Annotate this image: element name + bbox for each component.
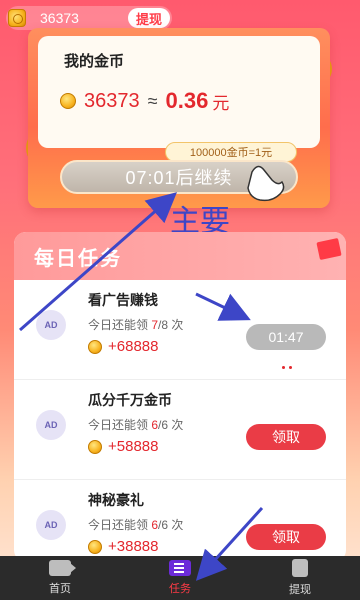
coin-icon bbox=[8, 9, 26, 27]
task-count-prefix: 今日还能领 bbox=[88, 418, 149, 432]
nav-tasks-label: 任务 bbox=[169, 583, 191, 595]
task-name: 看广告赚钱 bbox=[88, 292, 158, 308]
task-count-total: /6 次 bbox=[158, 518, 184, 532]
task-count: 今日还能领 6/6 次 bbox=[88, 516, 183, 533]
task-row: AD 神秘豪礼 今日还能领 6/6 次 +38888 领取 bbox=[14, 480, 346, 562]
task-reward: +58888 bbox=[88, 438, 158, 455]
ad-icon: AD bbox=[36, 510, 66, 540]
coin-icon bbox=[60, 93, 76, 109]
nav-tasks[interactable]: 任务 bbox=[140, 560, 220, 596]
task-reward-amount: +58888 bbox=[108, 438, 159, 455]
exchange-rate-tag: 100000金币=1元 bbox=[165, 142, 297, 162]
task-name: 神秘豪礼 bbox=[88, 492, 144, 508]
task-reward-amount: +68888 bbox=[108, 338, 159, 355]
nav-withdraw[interactable]: 提现 bbox=[260, 559, 340, 597]
header-coin-count: 36373 bbox=[40, 10, 79, 26]
gold-coin-count: 36373 bbox=[84, 89, 140, 112]
task-row: AD 看广告赚钱 今日还能领 7/8 次 +68888 01:47 bbox=[14, 280, 346, 380]
gold-balance-row: 36373 ≈ 0.36 元 bbox=[60, 88, 229, 114]
coin-icon bbox=[88, 439, 102, 454]
task-count-prefix: 今日还能领 bbox=[88, 518, 149, 532]
task-count-total: /8 次 bbox=[158, 318, 184, 332]
gold-card-inner: 我的金币 36373 ≈ 0.36 元 bbox=[38, 36, 320, 148]
task-count: 今日还能领 6/6 次 bbox=[88, 416, 183, 433]
tasks-header: 每日任务 bbox=[14, 232, 346, 280]
task-reward: +68888 bbox=[88, 338, 158, 355]
dots-indicator bbox=[282, 366, 292, 369]
nav-home-label: 首页 bbox=[49, 583, 71, 595]
wallet-icon bbox=[292, 559, 308, 577]
header-bar: 36373 提现 bbox=[6, 6, 172, 30]
ad-icon: AD bbox=[36, 310, 66, 340]
tasks-title: 每日任务 bbox=[34, 247, 122, 270]
task-count-total: /6 次 bbox=[158, 418, 184, 432]
task-timer-button[interactable]: 01:47 bbox=[246, 324, 326, 350]
list-icon bbox=[169, 560, 191, 576]
header-withdraw-button[interactable]: 提现 bbox=[127, 8, 170, 28]
task-count-prefix: 今日还能领 bbox=[88, 318, 149, 332]
claim-button[interactable]: 领取 bbox=[246, 424, 326, 450]
continue-countdown-button[interactable]: 07:01后继续 bbox=[60, 160, 298, 194]
gold-card-title: 我的金币 bbox=[64, 53, 125, 70]
video-icon bbox=[49, 560, 76, 576]
bottom-nav: 首页 任务 提现 bbox=[0, 556, 360, 600]
gold-yuan-unit: 元 bbox=[212, 93, 230, 113]
task-row: AD 瓜分千万金币 今日还能领 6/6 次 +58888 领取 bbox=[14, 380, 346, 480]
task-count: 今日还能领 7/8 次 bbox=[88, 316, 183, 333]
daily-tasks-panel: 每日任务 AD 看广告赚钱 今日还能领 7/8 次 +68888 01:47 A… bbox=[14, 232, 346, 562]
nav-withdraw-label: 提现 bbox=[289, 584, 311, 596]
claim-button[interactable]: 领取 bbox=[246, 524, 326, 550]
coin-icon bbox=[88, 539, 102, 554]
coin-icon bbox=[88, 339, 102, 354]
task-name: 瓜分千万金币 bbox=[88, 392, 172, 408]
approx-sign: ≈ bbox=[147, 90, 158, 111]
ad-icon: AD bbox=[36, 410, 66, 440]
task-reward-amount: +38888 bbox=[108, 538, 159, 555]
task-reward: +38888 bbox=[88, 538, 158, 555]
nav-home[interactable]: 首页 bbox=[20, 560, 100, 596]
gold-yuan-value: 0.36 bbox=[165, 88, 209, 113]
